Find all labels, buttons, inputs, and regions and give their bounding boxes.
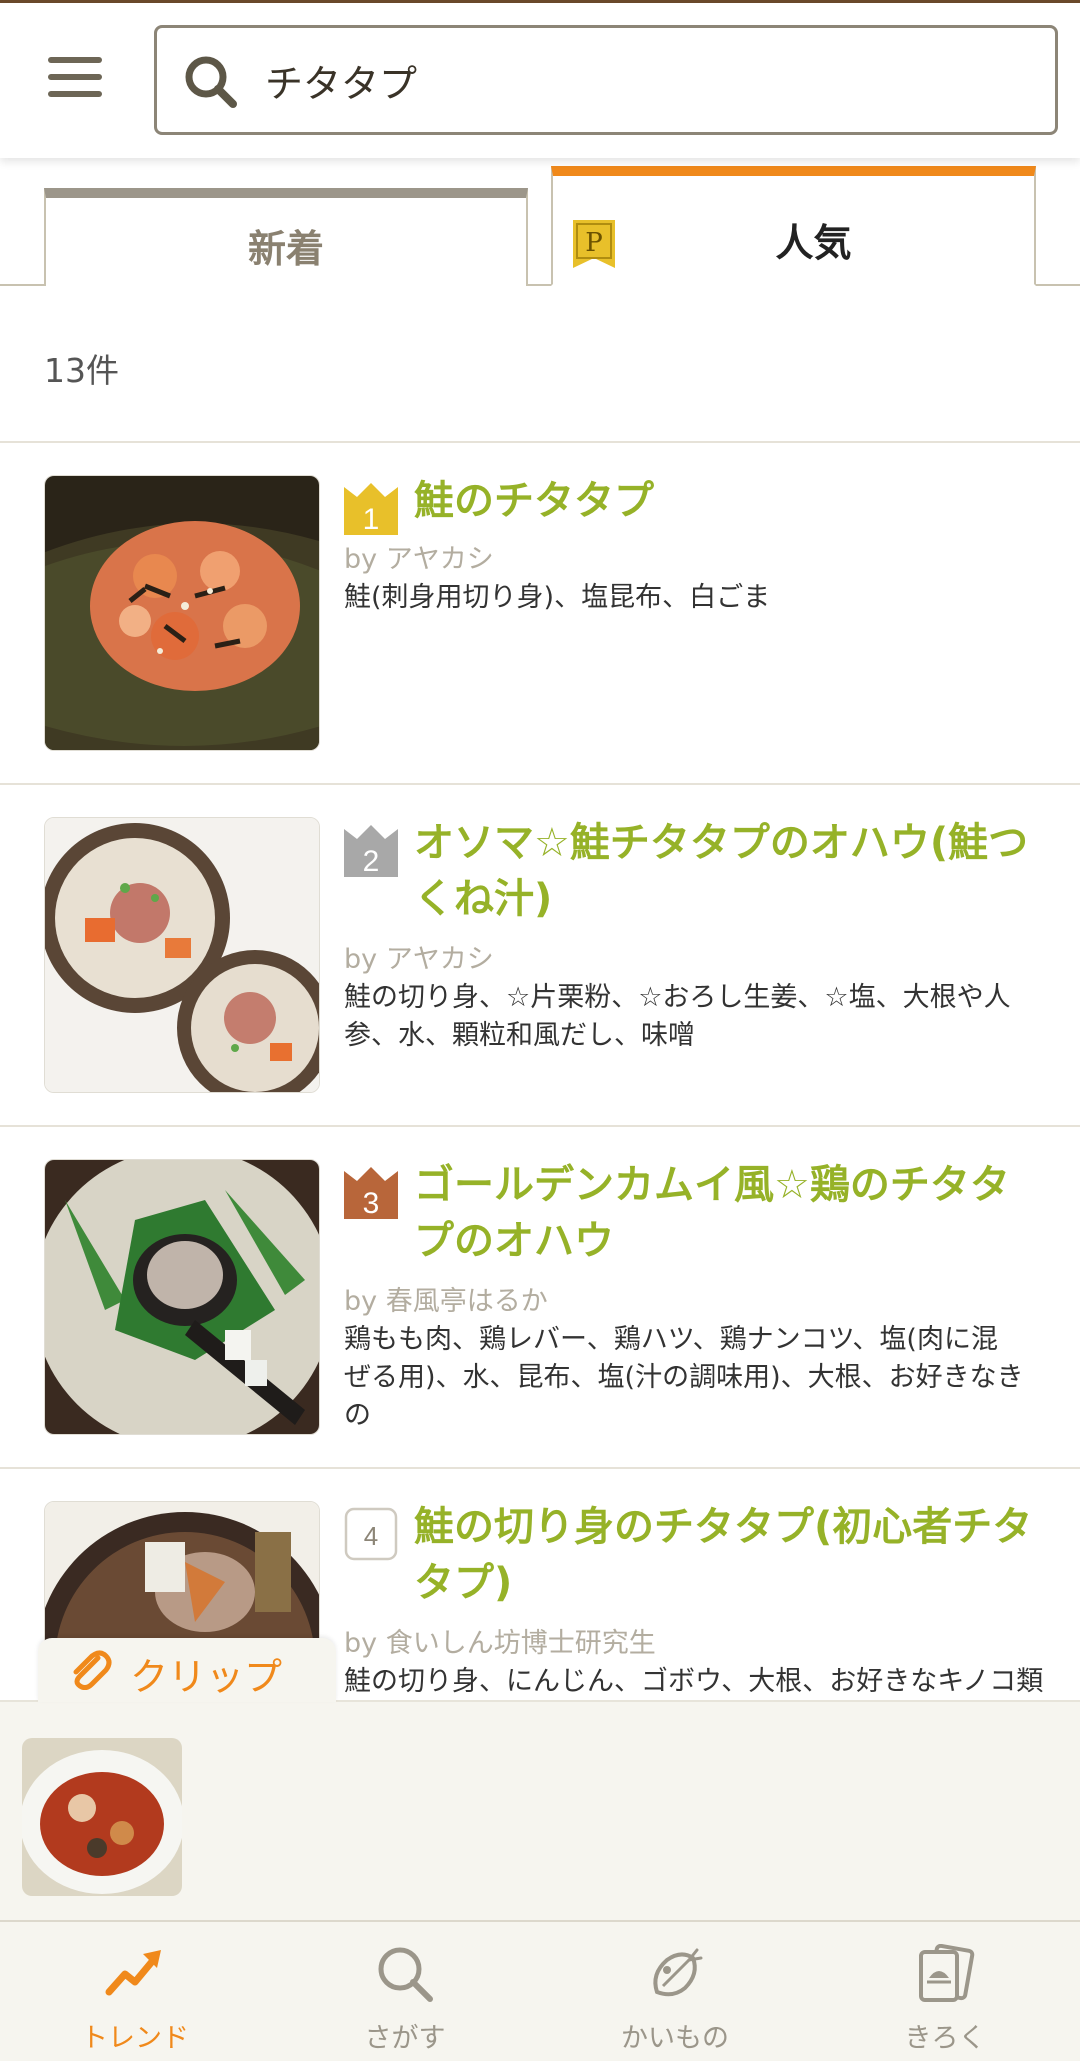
recipe-title[interactable]: オソマ☆鮭チタタプのオハウ(鮭つくね汁) — [414, 815, 1034, 927]
recipe-ingredients: 鮭の切り身、にんじん、ゴボウ、大根、お好きなキノコ類 — [344, 1666, 1044, 1697]
recipe-thumbnail — [44, 1159, 320, 1435]
rank-bronze-icon: 3 — [344, 1167, 398, 1219]
nav-label: トレンド — [81, 2023, 189, 2054]
recipe-ingredients: 鶏もも肉、鶏レバー、鶏ハツ、鶏ナンコツ、塩(肉に混ぜる用)、水、昆布、塩(汁の調… — [344, 1324, 1024, 1431]
search-icon — [378, 1947, 433, 2002]
recipe-thumbnail — [44, 817, 320, 1093]
svg-text:3: 3 — [363, 1187, 380, 1219]
svg-text:4: 4 — [364, 1521, 378, 1551]
clip-label: クリップ — [130, 1655, 283, 1699]
recipe-ingredients: 鮭の切り身、☆片栗粉、☆おろし生姜、☆塩、大根や人参、水、顆粒和風だし、味噌 — [344, 982, 1011, 1051]
clipped-recipe-thumbnail[interactable] — [22, 1738, 182, 1896]
svg-text:1: 1 — [363, 503, 380, 535]
shopping-icon — [653, 1948, 703, 1997]
recipe-title[interactable]: 鮭の切り身のチタタプ(初心者チタタプ) — [414, 1499, 1034, 1611]
record-icon — [919, 1944, 975, 2002]
recipe-author: by アヤカシ — [344, 544, 494, 575]
tab-new[interactable]: 新着 — [44, 188, 528, 286]
search-box[interactable] — [154, 25, 1058, 135]
rank-gold-icon: 1 — [344, 483, 398, 535]
tab-new-label: 新着 — [247, 227, 324, 271]
sort-tabs: 新着 P 人気 — [0, 158, 1080, 286]
search-icon — [185, 56, 237, 108]
recipe-item[interactable]: 1 鮭のチタタプ by アヤカシ 鮭(刺身用切り身)、塩昆布、白ごま — [0, 443, 1080, 783]
recipe-item[interactable]: 2 オソマ☆鮭チタタプのオハウ(鮭つくね汁) by アヤカシ 鮭の切り身、☆片栗… — [0, 785, 1080, 1125]
recipe-title[interactable]: ゴールデンカムイ風☆鶏のチタタプのオハウ — [414, 1157, 1034, 1269]
recipe-author: by 春風亭はるか — [344, 1286, 548, 1317]
nav-search[interactable]: さがす — [270, 1922, 540, 2061]
tab-popular[interactable]: P 人気 — [551, 166, 1036, 286]
nav-trend[interactable]: トレンド — [0, 1922, 270, 2061]
recipe-author: by アヤカシ — [344, 944, 494, 975]
nav-label: さがす — [364, 2023, 446, 2054]
recipe-thumbnail — [44, 475, 320, 751]
rank-number-icon: 4 — [344, 1507, 398, 1561]
recipe-title[interactable]: 鮭のチタタプ — [414, 473, 1034, 529]
search-input[interactable] — [265, 48, 1025, 112]
recipe-item[interactable]: 3 ゴールデンカムイ風☆鶏のチタタプのオハウ by 春風亭はるか 鶏もも肉、鶏レ… — [0, 1127, 1080, 1467]
trend-icon — [105, 1950, 161, 1996]
svg-text:2: 2 — [363, 845, 380, 877]
nav-shopping[interactable]: かいもの — [540, 1922, 810, 2061]
hamburger-menu-icon[interactable] — [48, 55, 106, 99]
clip-tab[interactable]: クリップ — [38, 1638, 336, 1702]
recipe-author: by 食いしん坊博士研究生 — [344, 1628, 656, 1659]
result-count: 13件 — [44, 351, 119, 390]
tab-popular-label: 人気 — [775, 221, 852, 265]
nav-record[interactable]: きろく — [810, 1922, 1080, 2061]
nav-label: かいもの — [621, 2023, 729, 2054]
app-header — [0, 3, 1080, 158]
paperclip-icon — [73, 1650, 112, 1690]
recipe-ingredients: 鮭(刺身用切り身)、塩昆布、白ごま — [344, 582, 771, 613]
bottom-navigation: トレンド さがす かいもの きろく — [0, 1920, 1080, 2061]
nav-label: きろく — [904, 2023, 986, 2054]
rank-silver-icon: 2 — [344, 825, 398, 877]
